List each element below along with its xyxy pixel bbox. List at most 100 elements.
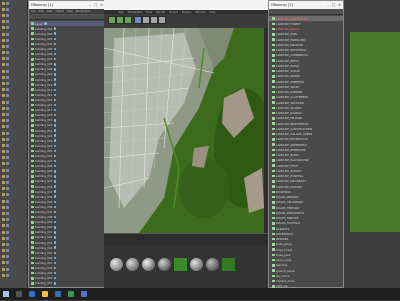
visibility-icon[interactable] (53, 195, 57, 198)
visibility-icon[interactable] (53, 190, 57, 193)
visibility-icon[interactable] (53, 108, 57, 112)
visibility-icon[interactable] (53, 220, 57, 224)
visibility-icon[interactable] (53, 236, 57, 239)
material-ball[interactable] (206, 258, 219, 271)
visibility-icon[interactable] (53, 37, 57, 41)
maximize-icon[interactable]: □ (94, 3, 97, 7)
menu-item[interactable]: Export (170, 11, 179, 14)
visibility-icon[interactable] (53, 124, 57, 127)
list-item-label: building_023 (35, 138, 53, 143)
visibility-icon[interactable] (53, 134, 57, 137)
visibility-icon[interactable] (53, 271, 57, 275)
visibility-icon[interactable] (53, 57, 57, 61)
settings-icon[interactable] (150, 16, 158, 24)
visibility-icon[interactable] (53, 52, 57, 56)
visibility-icon[interactable] (53, 129, 57, 132)
visibility-icon[interactable] (53, 149, 57, 153)
menu-item[interactable]: Tools (146, 11, 152, 14)
visibility-icon[interactable] (53, 98, 57, 102)
visibility-icon[interactable] (53, 164, 57, 168)
visibility-icon[interactable] (53, 175, 57, 178)
visibility-icon[interactable] (53, 215, 57, 219)
maximize-icon[interactable]: □ (332, 3, 335, 7)
visibility-icon[interactable] (53, 93, 57, 97)
visibility-icon[interactable] (53, 226, 57, 229)
3d-viewport[interactable] (104, 28, 264, 233)
menu-item[interactable]: Files (118, 11, 124, 14)
visibility-icon[interactable] (53, 144, 57, 148)
menu-item[interactable]: Tags (67, 10, 73, 13)
visibility-icon[interactable] (53, 83, 57, 86)
visibility-icon[interactable] (53, 185, 57, 188)
move-tool-icon[interactable] (108, 16, 116, 24)
menu-item[interactable]: View (46, 10, 52, 13)
material-ball[interactable] (110, 258, 123, 271)
visibility-icon[interactable] (53, 32, 57, 35)
material-ball[interactable] (126, 258, 139, 271)
menu-item[interactable]: Object (56, 10, 64, 13)
windows-start-icon[interactable] (3, 291, 9, 297)
visibility-icon[interactable] (53, 246, 57, 249)
menu-item[interactable]: Plugins (182, 11, 191, 14)
secondary-viewport[interactable] (350, 32, 400, 232)
visibility-icon[interactable] (53, 47, 57, 51)
minimize-icon[interactable]: – (327, 3, 329, 7)
visibility-icon[interactable] (53, 170, 57, 173)
app-icon[interactable] (68, 291, 74, 297)
visibility-icon[interactable] (53, 113, 57, 117)
menu-item[interactable]: Characters (128, 11, 142, 14)
display-icon[interactable] (158, 16, 166, 24)
visibility-icon[interactable] (53, 139, 57, 142)
render-icon[interactable] (142, 16, 150, 24)
visibility-icon[interactable] (53, 103, 57, 107)
visibility-icon[interactable] (53, 27, 57, 30)
menu-item[interactable]: File (31, 10, 35, 13)
menu-item[interactable]: Bookmarks (76, 10, 91, 13)
menu-item[interactable]: Window (195, 11, 205, 14)
visibility-icon[interactable] (53, 205, 57, 209)
material-ball[interactable] (142, 258, 155, 271)
edge-icon[interactable] (29, 291, 35, 297)
visibility-icon[interactable] (53, 261, 57, 265)
material-ball[interactable] (158, 258, 171, 271)
close-icon[interactable]: ✕ (338, 3, 341, 7)
object-icon (272, 164, 275, 167)
rotate-tool-icon[interactable] (124, 16, 132, 24)
animation-timeline[interactable] (104, 233, 268, 243)
visibility-icon[interactable] (53, 276, 57, 280)
visibility-icon[interactable] (53, 200, 57, 204)
menu-item[interactable]: Edit (38, 10, 43, 13)
visibility-icon[interactable] (53, 73, 57, 76)
layer-icon (6, 181, 9, 185)
material-swatch[interactable] (222, 258, 235, 271)
material-ball[interactable] (190, 258, 203, 271)
visibility-icon[interactable] (53, 241, 57, 244)
scale-tool-icon[interactable] (116, 16, 124, 24)
visibility-icon[interactable] (53, 63, 57, 66)
store-icon[interactable] (55, 291, 61, 297)
visibility-icon[interactable] (53, 88, 57, 92)
visibility-icon[interactable] (53, 78, 57, 81)
cinema4d-icon[interactable] (81, 291, 87, 297)
visibility-icon[interactable] (53, 231, 57, 234)
minimize-icon[interactable]: – (89, 3, 91, 7)
visibility-icon[interactable] (53, 256, 57, 260)
visibility-icon[interactable] (53, 251, 57, 255)
visibility-icon[interactable] (53, 282, 57, 285)
visibility-icon[interactable] (53, 42, 57, 46)
visibility-icon[interactable] (53, 180, 57, 183)
material-swatch[interactable] (174, 258, 187, 271)
close-icon[interactable]: ✕ (100, 3, 103, 7)
camera-icon[interactable] (134, 16, 142, 24)
menu-item[interactable]: Help (210, 11, 216, 14)
visibility-icon[interactable] (53, 154, 57, 158)
visibility-icon[interactable] (53, 119, 57, 122)
visibility-icon[interactable] (53, 210, 57, 214)
visibility-icon[interactable] (44, 22, 47, 25)
visibility-icon[interactable] (53, 266, 57, 270)
menu-item[interactable]: Render (156, 11, 165, 14)
search-icon[interactable] (16, 291, 22, 297)
visibility-icon[interactable] (53, 68, 57, 71)
folder-icon[interactable] (42, 291, 48, 297)
visibility-icon[interactable] (53, 159, 57, 163)
